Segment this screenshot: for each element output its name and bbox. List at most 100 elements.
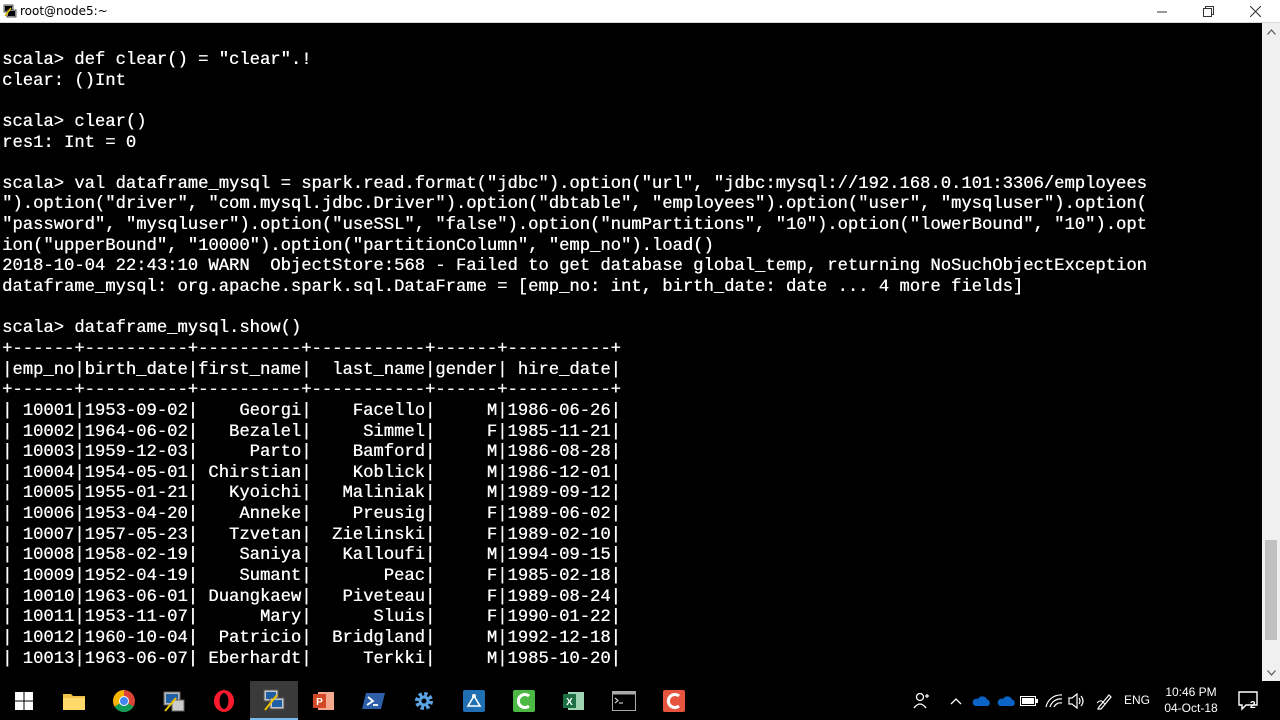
window-title: root@node5:~ xyxy=(20,4,108,18)
notification-count: 2 xyxy=(1250,700,1256,711)
people-icon xyxy=(913,692,929,708)
chevron-down-icon xyxy=(1266,669,1276,676)
taskbar-file-explorer[interactable] xyxy=(50,681,98,720)
terminal-line: ion("upperBound", "10000").option("parti… xyxy=(2,236,714,256)
svg-text:X: X xyxy=(566,697,573,708)
terminal-line: | 10010|1963-06-01| Duangkaew| Piveteau|… xyxy=(2,587,621,607)
taskbar-chrome[interactable] xyxy=(100,681,148,720)
excel-icon: X xyxy=(563,691,584,710)
restore-button[interactable] xyxy=(1185,0,1231,23)
terminal-line: | 10002|1964-06-02| Bezalel| Simmel| F|1… xyxy=(2,422,621,442)
folder-icon xyxy=(63,693,85,710)
clock-date: 04-Oct-18 xyxy=(1164,701,1218,715)
tray-onedrive-2[interactable] xyxy=(993,681,1019,720)
terminal-line: | 10007|1957-05-23| Tzvetan| Zielinski| … xyxy=(2,525,621,545)
minimize-icon xyxy=(1157,11,1167,12)
diagram-app-icon xyxy=(463,689,485,712)
window-titlebar[interactable]: root@node5:~ xyxy=(0,0,1280,23)
terminal-line: +------+----------+----------+----------… xyxy=(2,339,621,359)
red-c-app-icon xyxy=(663,689,685,712)
chrome-icon xyxy=(113,689,135,712)
taskbar-cmd[interactable] xyxy=(600,681,648,720)
minimize-button[interactable] xyxy=(1139,0,1185,23)
terminal-lines: scala> def clear() = "clear".! clear: ()I… xyxy=(2,51,1147,670)
onedrive-icon xyxy=(972,695,990,706)
powerpoint-icon: P xyxy=(313,691,334,710)
powershell-icon xyxy=(362,692,385,709)
taskbar-powershell[interactable] xyxy=(350,681,398,720)
volume-icon xyxy=(1068,692,1084,709)
terminal-line: +------+----------+----------+----------… xyxy=(2,381,621,401)
taskbar-app-green[interactable] xyxy=(500,681,548,720)
command-prompt-icon xyxy=(612,690,636,711)
taskbar-app-red[interactable] xyxy=(650,681,698,720)
chevron-up-icon xyxy=(1266,28,1276,35)
windows-logo-icon xyxy=(15,691,33,710)
taskbar: P X ENG 10:46 PM 04-Oct-18 2 xyxy=(0,681,1280,720)
action-center-icon[interactable] xyxy=(1236,688,1260,712)
tray-battery[interactable] xyxy=(1017,681,1041,720)
terminal-line: | 10008|1958-02-19| Saniya| Kalloufi| M|… xyxy=(2,546,621,566)
taskbar-settings[interactable] xyxy=(400,681,448,720)
terminal-line: scala> clear() xyxy=(2,112,147,132)
chevron-up-icon xyxy=(950,697,962,704)
terminal-line: | 10005|1955-01-21| Kyoichi| Maliniak| M… xyxy=(2,484,621,504)
terminal-line: | 10009|1952-04-19| Sumant| Peac| F|1985… xyxy=(2,567,621,587)
terminal-line: scala> dataframe_mysql.show() xyxy=(2,319,302,339)
taskbar-opera[interactable] xyxy=(200,681,248,720)
terminal-line: | 10012|1960-10-04| Patricio| Bridgland|… xyxy=(2,628,621,648)
terminal-line: | 10011|1953-11-07| Mary| Sluis| F|1990-… xyxy=(2,608,621,628)
tray-pen[interactable] xyxy=(1093,681,1117,720)
tray-wifi[interactable] xyxy=(1042,681,1066,720)
scroll-down-arrow[interactable] xyxy=(1262,664,1280,681)
tray-volume[interactable] xyxy=(1065,681,1089,720)
putty-session-icon xyxy=(263,689,285,711)
svg-text:P: P xyxy=(316,697,323,708)
terminal-line: |emp_no|birth_date|first_name| last_name… xyxy=(2,360,621,380)
scroll-up-arrow[interactable] xyxy=(1262,23,1280,40)
taskbar-putty-config[interactable] xyxy=(150,681,198,720)
start-button[interactable] xyxy=(0,681,48,720)
terminal-line: scala> val dataframe_mysql = spark.read.… xyxy=(2,174,1147,194)
scrollbar-thumb[interactable] xyxy=(1265,540,1277,640)
close-icon xyxy=(1249,6,1261,17)
language-indicator[interactable]: ENG xyxy=(1124,693,1150,707)
taskbar-app-blue[interactable] xyxy=(450,681,498,720)
terminal-line: | 10001|1953-09-02| Georgi| Facello| M|1… xyxy=(2,401,621,421)
opera-icon xyxy=(214,689,234,712)
terminal-output[interactable]: scala> def clear() = "clear".! clear: ()I… xyxy=(0,23,1262,681)
terminal-line: | 10013|1963-06-07| Eberhardt| Terkki| M… xyxy=(2,649,621,669)
terminal-line: res1: Int = 0 xyxy=(2,133,137,153)
battery-icon xyxy=(1020,695,1038,706)
terminal-line: scala> def clear() = "clear".! xyxy=(2,51,312,70)
putty-config-icon xyxy=(163,691,185,712)
close-button[interactable] xyxy=(1232,0,1278,23)
tray-show-hidden[interactable] xyxy=(946,681,966,720)
clock-time: 10:46 PM xyxy=(1165,685,1217,699)
taskbar-clock[interactable]: 10:46 PM 04-Oct-18 xyxy=(1156,684,1226,716)
taskbar-powerpoint[interactable]: P xyxy=(300,681,348,720)
terminal-line: ").option("driver", "com.mysql.jdbc.Driv… xyxy=(2,195,1147,215)
gear-icon xyxy=(415,691,433,710)
wifi-icon xyxy=(1045,693,1063,707)
taskbar-excel[interactable]: X xyxy=(550,681,598,720)
restore-icon xyxy=(1202,6,1214,17)
terminal-line: "password", "mysqluser").option("useSSL"… xyxy=(2,216,1147,236)
terminal-line: | 10003|1959-12-03| Parto| Bamford| M|19… xyxy=(2,443,621,463)
tray-onedrive-1[interactable] xyxy=(968,681,994,720)
tray-people[interactable] xyxy=(908,681,936,720)
terminal-line: dataframe_mysql: org.apache.spark.sql.Da… xyxy=(2,278,1024,298)
onedrive-icon xyxy=(997,695,1015,706)
terminal-line: | 10006|1953-04-20| Anneke| Preusig| F|1… xyxy=(2,505,621,525)
terminal-line: clear: ()Int xyxy=(2,71,126,91)
terminal-line: | 10004|1954-05-01| Chirstian| Koblick| … xyxy=(2,463,621,483)
pen-icon xyxy=(1096,693,1112,710)
taskbar-putty-session[interactable] xyxy=(250,681,298,720)
terminal-line: 2018-10-04 22:43:10 WARN ObjectStore:568… xyxy=(2,257,1147,277)
vertical-scrollbar[interactable] xyxy=(1262,23,1280,681)
putty-icon xyxy=(3,4,17,18)
green-c-app-icon xyxy=(513,689,535,712)
